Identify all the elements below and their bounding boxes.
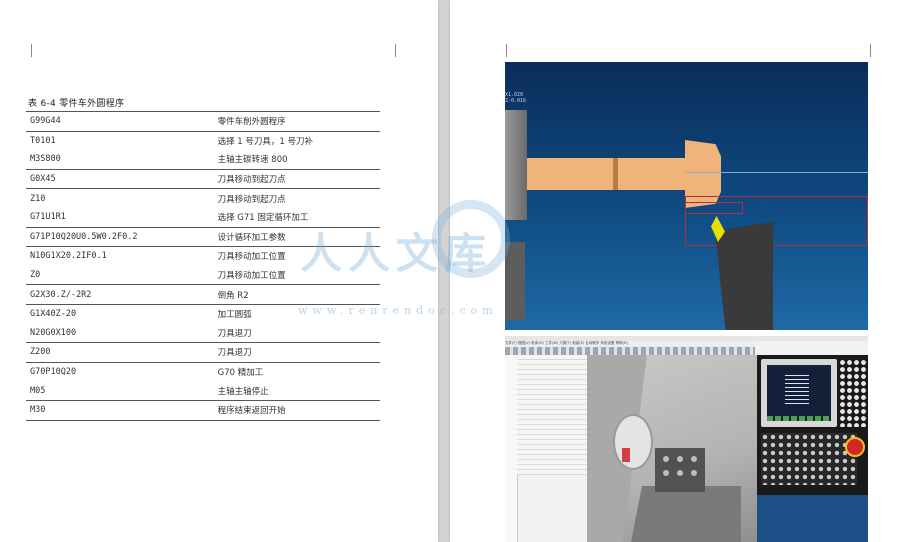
- program-comment-cell: 零件车削外圆程序: [209, 111, 380, 132]
- program-comment-cell: 刀具移动到起刀点: [209, 168, 380, 189]
- program-code-cell: T0101: [26, 130, 210, 151]
- table-row: M3S800 主轴主碳转速 800: [26, 150, 380, 169]
- cnc-screen: [767, 365, 831, 421]
- crop-mark: [506, 44, 507, 57]
- cnc-operator-panel: [761, 433, 857, 485]
- software-toolbar: [505, 347, 755, 355]
- table-row: G0X45 刀具移动到起刀点: [26, 168, 380, 189]
- chuck-jaw-lower: [505, 242, 525, 320]
- table-caption: 表 6-4 零件车外圆程序: [28, 99, 125, 109]
- table-row: Z200 刀具退刀: [26, 342, 380, 363]
- table-row: G2X30.Z/-2R2 倒角 R2: [26, 284, 380, 305]
- table-row: M05 主轴主轴停止: [26, 381, 380, 400]
- program-code-cell: Z200: [26, 342, 210, 363]
- program-comment-cell: G70 精加工: [209, 361, 380, 382]
- program-comment-cell: 倒角 R2: [209, 284, 380, 305]
- program-code-cell: G99G44: [26, 111, 210, 132]
- table-row: Z10 刀具移动到起刀点: [26, 188, 380, 208]
- program-code-cell: G71U1R1: [30, 212, 66, 223]
- workpiece-red-part: [622, 448, 630, 462]
- workpiece-groove: [613, 158, 618, 190]
- chuck-jaw: [505, 110, 527, 220]
- table-row: G99G44 零件车削外圆程序: [26, 111, 380, 132]
- program-comment-cell: 刀具退刀: [217, 328, 252, 339]
- tool-turret: [655, 448, 705, 492]
- program-comment-cell: 主轴主碳转速 800: [217, 155, 288, 166]
- cnc-keypad: [839, 359, 867, 427]
- program-code-cell: G0X45: [26, 168, 210, 189]
- watermark-url: www.renrendoc.com: [298, 304, 498, 317]
- program-code-cell: M05: [30, 385, 46, 396]
- program-code-cell: N10G1X20.2IF0.1: [26, 246, 210, 266]
- program-code-cell: G71P10Q20U0.5W0.2F0.2: [26, 226, 210, 247]
- table-row: T0101 选择 1 号刀具，1 号刀补: [26, 130, 380, 151]
- crop-mark: [870, 44, 871, 57]
- table-row: M30 程序结束返回开始: [26, 399, 380, 421]
- cnc-lower-panel: [757, 495, 868, 542]
- program-code-cell: G70P10Q20: [26, 361, 210, 382]
- software-list-pane: [517, 355, 587, 475]
- crop-mark: [395, 44, 396, 57]
- program-code-cell: N20G0X100: [30, 327, 77, 338]
- emergency-stop-icon: [845, 437, 865, 457]
- program-comment-cell: 程序结束返回开始: [209, 399, 380, 421]
- table-row: G70P10Q20 G70 精加工: [26, 361, 380, 382]
- tool-path-box-small: [685, 202, 743, 214]
- machine-spindle: [613, 414, 653, 470]
- cnc-softkeys: [767, 416, 831, 421]
- program-code-cell: Z10: [26, 188, 210, 208]
- program-comment-cell: 刀具退刀: [209, 342, 380, 363]
- program-comment-cell: 刀具移动到起刀点: [209, 188, 380, 208]
- program-code-cell: M3S800: [30, 154, 61, 165]
- document-page-right: X1.020 Z-0.016 文件(F) 视图(V) 机床(M) 工件(W) 刀…: [450, 0, 900, 542]
- crop-mark: [31, 44, 32, 57]
- cnc-control-panel: [757, 355, 868, 542]
- program-code-cell: G1X40Z-20: [26, 303, 210, 324]
- tool-path-line: [685, 172, 868, 173]
- tool-holder: [715, 222, 773, 330]
- program-comment-cell: 主轴主轴停止: [217, 386, 269, 397]
- workpiece-shaft: [527, 158, 689, 190]
- program-code-cell: Z0: [30, 270, 41, 281]
- program-comment-cell: 选择 1 号刀具，1 号刀补: [209, 130, 380, 151]
- coordinate-readout: X1.020 Z-0.016: [505, 92, 527, 104]
- table-row: N20G0X100 刀具退刀: [26, 324, 380, 343]
- program-code-cell: M30: [26, 399, 210, 421]
- watermark-text: 人人文库: [300, 229, 493, 278]
- cnc-software-screenshot: 文件(F) 视图(V) 机床(M) 工件(W) 刀具(T) 测量(E) 互动教学…: [505, 336, 868, 542]
- program-code-cell: G2X30.Z/-2R2: [26, 284, 210, 305]
- turning-simulation-image: X1.020 Z-0.016: [505, 62, 868, 330]
- machine-carriage: [631, 486, 741, 542]
